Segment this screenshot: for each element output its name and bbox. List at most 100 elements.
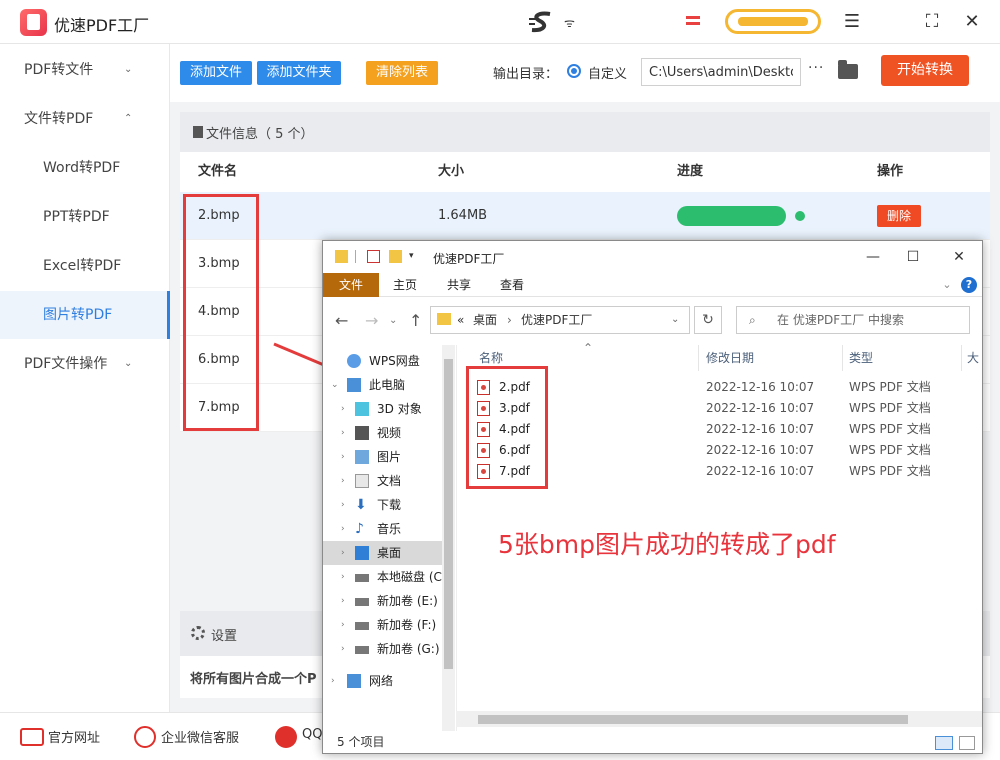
website-link[interactable]: 官方网址 [48, 727, 100, 746]
wechat-service-icon[interactable] [134, 726, 156, 748]
tree-item-volume-e[interactable]: › 新加卷 (E:) [323, 589, 455, 613]
tree-item-music[interactable]: › ♪ 音乐 [323, 517, 455, 541]
address-overflow[interactable]: « [457, 307, 464, 333]
pictures-icon [355, 450, 369, 464]
sidebar-item-pdf-operations[interactable]: PDF文件操作 ⌄ [0, 340, 170, 388]
collapse-icon[interactable]: › [341, 541, 345, 565]
forward-arrow-icon[interactable]: → [365, 311, 378, 330]
details-view-icon[interactable] [935, 736, 953, 750]
scrollbar-thumb[interactable] [478, 715, 908, 724]
sidebar-item-pdf-to-file[interactable]: PDF转文件 ⌄ [0, 46, 170, 94]
collapse-icon[interactable]: › [341, 469, 345, 493]
scrollbar-thumb[interactable] [444, 359, 453, 669]
add-file-button[interactable]: 添加文件 [180, 61, 252, 85]
tab-share[interactable]: 共享 [441, 273, 477, 297]
red-indicator-icon[interactable] [686, 16, 700, 25]
sidebar-item-word-to-pdf[interactable]: Word转PDF [0, 144, 170, 192]
tree-item-local-disk-c[interactable]: › 本地磁盘 (C [323, 565, 455, 589]
sidebar-item-file-to-pdf[interactable]: 文件转PDF ⌃ [0, 95, 170, 143]
menu-icon[interactable]: ☰ [840, 10, 864, 34]
folder-icon[interactable] [838, 60, 858, 79]
sidebar-item-ppt-to-pdf[interactable]: PPT转PDF [0, 193, 170, 241]
breadcrumb-app-folder[interactable]: 优速PDF工厂 [521, 307, 592, 333]
start-convert-button[interactable]: 开始转换 [881, 55, 969, 86]
horizontal-scrollbar[interactable] [456, 711, 982, 727]
expand-icon[interactable]: ⌄ [331, 373, 339, 397]
collapse-icon[interactable]: › [341, 397, 345, 421]
tree-item-downloads[interactable]: › ⬇ 下载 [323, 493, 455, 517]
properties-icon[interactable] [367, 250, 380, 263]
collapse-icon[interactable]: › [341, 637, 345, 661]
up-arrow-icon[interactable]: ↑ [409, 311, 422, 330]
computer-icon [347, 378, 361, 392]
chevron-down-icon[interactable]: ⌄ [939, 273, 955, 297]
tab-view[interactable]: 查看 [494, 273, 530, 297]
highlight-pdf-files [466, 366, 548, 489]
close-icon[interactable]: ✕ [949, 247, 969, 267]
tree-item-documents[interactable]: › 文档 [323, 469, 455, 493]
new-folder-icon[interactable] [389, 250, 402, 263]
tree-item-videos[interactable]: › 视频 [323, 421, 455, 445]
close-icon[interactable]: ✕ [960, 10, 984, 34]
sidebar-item-excel-to-pdf[interactable]: Excel转PDF [0, 242, 170, 290]
col-header-name[interactable]: 名称 [479, 349, 503, 366]
search-icon: ⌕ [749, 313, 756, 327]
col-header-size[interactable]: 大 [967, 349, 979, 366]
collapse-icon[interactable]: › [341, 421, 345, 445]
settings-title: 设置 [211, 629, 238, 644]
nav-pane-scrollbar[interactable] [442, 345, 455, 733]
custom-radio-label[interactable]: 自定义 [588, 63, 627, 82]
tree-item-this-pc[interactable]: ⌄ 此电脑 [323, 373, 455, 397]
tree-item-pictures[interactable]: › 图片 [323, 445, 455, 469]
qq-link[interactable]: QQ [302, 727, 322, 742]
wechat-service-link[interactable]: 企业微信客服 [161, 727, 239, 746]
column-divider[interactable] [842, 345, 843, 371]
output-path-input[interactable] [641, 58, 801, 86]
custom-radio[interactable] [567, 64, 581, 78]
collapse-icon[interactable]: › [341, 589, 345, 613]
column-divider[interactable] [961, 345, 962, 371]
column-divider[interactable] [698, 345, 699, 371]
tab-file[interactable]: 文件 [323, 273, 379, 297]
tree-item-desktop[interactable]: › 桌面 [323, 541, 455, 565]
minimize-icon[interactable]: — [863, 247, 883, 267]
tree-item-volume-f[interactable]: › 新加卷 (F:) [323, 613, 455, 637]
col-header-date[interactable]: 修改日期 [706, 349, 754, 366]
maximize-icon[interactable]: ☐ [903, 247, 923, 267]
tree-item-wps-cloud[interactable]: WPS网盘 [323, 349, 455, 373]
collapse-icon[interactable]: › [341, 493, 345, 517]
collapse-icon[interactable]: › [341, 613, 345, 637]
tree-item-3d-objects[interactable]: › 3D 对象 [323, 397, 455, 421]
large-icons-view-icon[interactable] [959, 736, 975, 750]
signal-icon[interactable]: ᯤ [564, 14, 575, 31]
address-bar[interactable]: « 桌面 › 优速PDF工厂 ⌄ [430, 306, 690, 334]
recent-dropdown-icon[interactable]: ⌄ [389, 315, 397, 326]
collapse-icon[interactable]: › [341, 565, 345, 589]
collapse-icon[interactable]: › [341, 517, 345, 541]
sidebar-item-image-to-pdf[interactable]: 图片转PDF [0, 291, 170, 339]
add-folder-button[interactable]: 添加文件夹 [257, 61, 341, 85]
website-icon[interactable] [20, 728, 44, 746]
more-button[interactable]: ··· [808, 60, 824, 76]
maximize-icon[interactable]: ⛶ [920, 10, 944, 34]
quick-access-dropdown-icon[interactable]: ▾ [409, 250, 422, 263]
collapse-icon[interactable]: › [331, 669, 335, 693]
qq-icon[interactable] [275, 726, 297, 748]
table-row[interactable]: 2.bmp 1.64MB 删除 [180, 192, 990, 240]
refresh-icon[interactable]: ↻ [694, 306, 722, 334]
tree-item-network[interactable]: › 网络 [323, 669, 455, 693]
help-icon[interactable]: ? [961, 277, 977, 293]
app-logo-icon [20, 9, 47, 36]
col-header-type[interactable]: 类型 [849, 349, 873, 366]
tree-item-volume-g[interactable]: › 新加卷 (G:) [323, 637, 455, 661]
address-dropdown-icon[interactable]: ⌄ [671, 307, 679, 333]
search-box[interactable]: ⌕ 在 优速PDF工厂 中搜索 [736, 306, 970, 334]
breadcrumb-desktop[interactable]: 桌面 [473, 307, 497, 333]
tab-home[interactable]: 主页 [387, 273, 423, 297]
s-logo-icon[interactable] [528, 11, 556, 33]
back-arrow-icon[interactable]: ← [335, 311, 348, 330]
account-pill[interactable] [725, 9, 821, 34]
collapse-icon[interactable]: › [341, 445, 345, 469]
clear-list-button[interactable]: 清除列表 [366, 61, 438, 85]
delete-button[interactable]: 删除 [877, 205, 921, 227]
